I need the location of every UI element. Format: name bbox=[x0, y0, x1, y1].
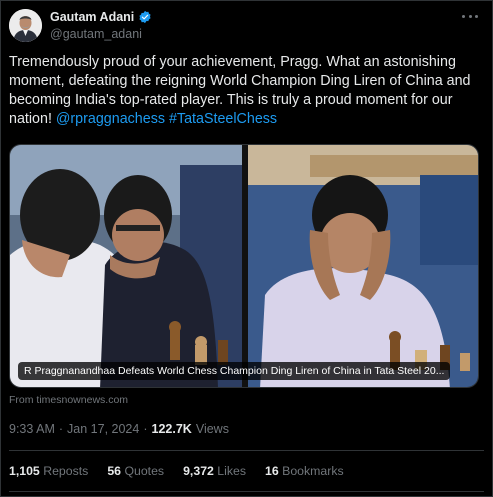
hashtag-link[interactable]: #TataSteelChess bbox=[169, 111, 277, 127]
likes-stat[interactable]: 9,372 Likes bbox=[183, 464, 246, 478]
tweet-container: Gautam Adani @gautam_adani Tremendously … bbox=[0, 0, 493, 497]
tweet-time[interactable]: 9:33 AM bbox=[9, 422, 55, 436]
meta-separator: · bbox=[143, 422, 148, 436]
meta-separator: · bbox=[58, 422, 64, 436]
author-name-row[interactable]: Gautam Adani bbox=[50, 10, 152, 24]
bookmarks-count: 16 bbox=[265, 464, 279, 478]
more-options-icon[interactable] bbox=[462, 9, 478, 23]
avatar[interactable] bbox=[9, 9, 42, 42]
views-label: Views bbox=[195, 422, 229, 436]
link-card[interactable]: R Praggnanandhaa Defeats World Chess Cha… bbox=[9, 144, 479, 388]
divider bbox=[9, 450, 484, 451]
reposts-stat[interactable]: 1,105 Reposts bbox=[9, 464, 88, 478]
more-dot bbox=[468, 14, 472, 18]
more-dot bbox=[462, 14, 465, 18]
quotes-label: Quotes bbox=[124, 464, 165, 478]
card-source[interactable]: From timesnownews.com bbox=[9, 394, 128, 406]
avatar-image bbox=[9, 9, 42, 42]
author-display-name[interactable]: Gautam Adani bbox=[50, 10, 134, 24]
divider bbox=[9, 491, 484, 492]
author-handle[interactable]: @gautam_adani bbox=[50, 27, 142, 41]
likes-count: 9,372 bbox=[183, 464, 214, 478]
card-caption: R Praggnanandhaa Defeats World Chess Cha… bbox=[18, 362, 451, 380]
likes-label: Likes bbox=[217, 464, 247, 478]
more-dot bbox=[475, 14, 478, 18]
bookmarks-label: Bookmarks bbox=[282, 464, 344, 478]
mention-link[interactable]: @rpraggnachess bbox=[56, 111, 165, 127]
tweet-date[interactable]: Jan 17, 2024 bbox=[67, 422, 139, 436]
reposts-label: Reposts bbox=[43, 464, 89, 478]
card-image bbox=[10, 145, 478, 387]
verified-badge-icon bbox=[139, 10, 151, 24]
views-count: 122.7K bbox=[151, 422, 192, 436]
reposts-count: 1,105 bbox=[9, 464, 40, 478]
tweet-text: Tremendously proud of your achievement, … bbox=[9, 53, 487, 129]
bookmarks-stat[interactable]: 16 Bookmarks bbox=[265, 464, 344, 478]
quotes-stat[interactable]: 56 Quotes bbox=[107, 464, 164, 478]
tweet-meta: 9:33 AM · Jan 17, 2024 · 122.7K Views bbox=[9, 422, 229, 436]
engagement-stats: 1,105 Reposts 56 Quotes 9,372 Likes 16 B… bbox=[9, 464, 344, 478]
quotes-count: 56 bbox=[107, 464, 122, 478]
